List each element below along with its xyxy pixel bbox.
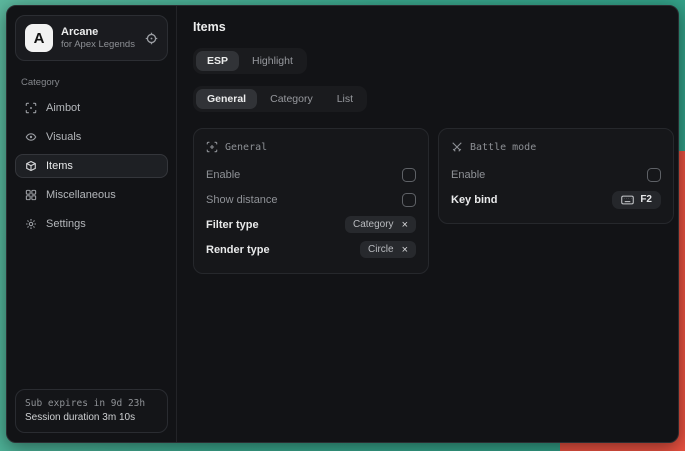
app-logo: A	[25, 24, 53, 52]
setting-label: Show distance	[206, 194, 278, 206]
subscription-card: Sub expires in 9d 23h Session duration 3…	[15, 389, 168, 433]
crossed-swords-icon	[451, 141, 463, 153]
setting-row-enable: Enable	[206, 163, 416, 186]
general-card-title: General	[225, 142, 267, 153]
sidebar-item-visuals[interactable]: Visuals	[15, 125, 168, 149]
general-card-header: General	[206, 141, 416, 153]
sub-expires-text: Sub expires in 9d 23h	[25, 397, 158, 411]
battle-mode-card-title: Battle mode	[470, 142, 536, 153]
tab-esp[interactable]: ESP	[196, 51, 239, 71]
mode-tabs: ESP Highlight	[193, 48, 307, 74]
sidebar-item-label: Items	[46, 160, 73, 172]
tab-highlight[interactable]: Highlight	[241, 51, 304, 71]
app-meta: Arcane for Apex Legends	[61, 26, 137, 51]
sidebar-nav: Aimbot Visuals Items	[15, 96, 168, 236]
clear-icon[interactable]: ×	[402, 220, 408, 230]
gear-icon	[24, 218, 37, 230]
keyboard-icon	[621, 195, 634, 205]
setting-label: Render type	[206, 244, 270, 256]
target-icon[interactable]	[145, 32, 158, 45]
sidebar-item-label: Visuals	[46, 131, 81, 143]
grid-icon	[24, 189, 37, 201]
tab-category[interactable]: Category	[259, 89, 324, 109]
tab-general[interactable]: General	[196, 89, 257, 109]
key-bind-value: F2	[640, 194, 652, 205]
app-window: A Arcane for Apex Legends Category	[6, 5, 679, 443]
key-bind-button[interactable]: F2	[612, 191, 661, 209]
box-icon	[24, 160, 37, 172]
setting-row-show-distance: Show distance	[206, 188, 416, 211]
setting-label: Key bind	[451, 194, 497, 206]
scan-crosshair-icon	[206, 141, 218, 153]
sidebar-section-label: Category	[21, 77, 162, 88]
sidebar-item-settings[interactable]: Settings	[15, 212, 168, 236]
eye-icon	[24, 131, 37, 143]
clear-icon[interactable]: ×	[402, 245, 408, 255]
battle-enable-checkbox[interactable]	[647, 168, 661, 182]
setting-label: Enable	[206, 169, 240, 181]
sidebar-item-aimbot[interactable]: Aimbot	[15, 96, 168, 120]
battle-mode-card-header: Battle mode	[451, 141, 661, 153]
view-tabs: General Category List	[193, 86, 367, 112]
render-type-select[interactable]: Circle ×	[360, 241, 416, 258]
sidebar-item-items[interactable]: Items	[15, 154, 168, 178]
crosshair-icon	[24, 102, 37, 114]
render-type-value: Circle	[368, 244, 394, 255]
show-distance-checkbox[interactable]	[402, 193, 416, 207]
app-logo-card: A Arcane for Apex Legends	[15, 15, 168, 61]
app-subtitle: for Apex Legends	[61, 39, 137, 51]
filter-type-select[interactable]: Category ×	[345, 216, 416, 233]
main-panel: Items ESP Highlight General Category Lis…	[177, 6, 679, 442]
enable-checkbox[interactable]	[402, 168, 416, 182]
sidebar-item-label: Miscellaneous	[46, 189, 116, 201]
page-title: Items	[193, 20, 674, 34]
sidebar-item-miscellaneous[interactable]: Miscellaneous	[15, 183, 168, 207]
session-duration-text: Session duration 3m 10s	[25, 411, 158, 425]
setting-row-render-type: Render type Circle ×	[206, 238, 416, 261]
setting-row-filter-type: Filter type Category ×	[206, 213, 416, 236]
app-title: Arcane	[61, 26, 137, 39]
sidebar-item-label: Settings	[46, 218, 86, 230]
battle-mode-card: Battle mode Enable Key bind	[438, 128, 674, 224]
setting-row-key-bind: Key bind F2	[451, 188, 661, 211]
tab-list[interactable]: List	[326, 89, 364, 109]
setting-label: Enable	[451, 169, 485, 181]
setting-row-enable: Enable	[451, 163, 661, 186]
sidebar: A Arcane for Apex Legends Category	[7, 6, 177, 442]
setting-label: Filter type	[206, 219, 259, 231]
filter-type-value: Category	[353, 219, 394, 230]
general-card: General Enable Show distance Filter type…	[193, 128, 429, 274]
sidebar-item-label: Aimbot	[46, 102, 80, 114]
